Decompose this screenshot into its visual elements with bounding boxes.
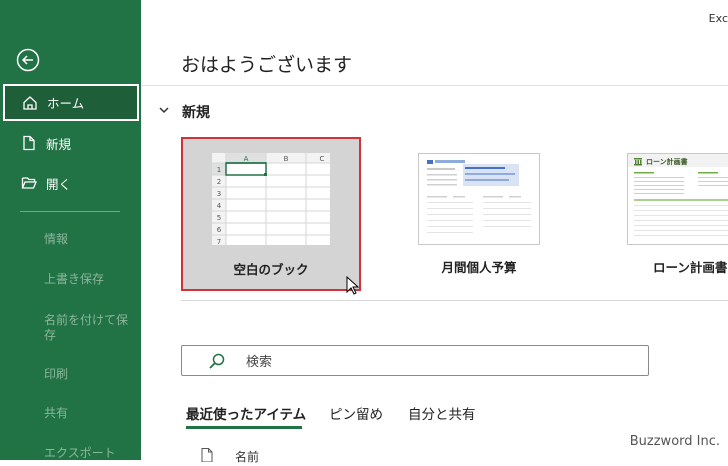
template-name: 月間個人予算 (441, 260, 517, 275)
loan-thumb-title: ローン計画書 (646, 157, 688, 166)
new-section-header[interactable]: 新規 (158, 102, 210, 122)
template-name: 空白のブック (233, 262, 309, 277)
loan-schedule-thumbnail: ローン計画書 (627, 153, 728, 245)
column-header-a: A (244, 155, 249, 163)
sidebar-item-print: 印刷 (44, 367, 69, 381)
back-button[interactable] (16, 48, 40, 72)
watermark: Buzzword Inc. (629, 434, 720, 449)
row-header-7: 7 (217, 238, 221, 245)
back-arrow-icon (16, 48, 40, 72)
search-icon (208, 352, 226, 370)
sidebar-item-label: ホーム (47, 96, 85, 111)
template-name: ローン計画書 (653, 260, 728, 275)
home-icon (21, 94, 39, 112)
main-panel: Exc おはようございます 新規 A B C 1 2 3 4 5 6 7 空白の… (141, 0, 728, 464)
row-header-4: 4 (217, 202, 222, 210)
sidebar-divider (20, 211, 120, 212)
row-header-6: 6 (217, 226, 222, 234)
sidebar-item-export: エクスポート (44, 446, 116, 460)
template-blank-workbook[interactable]: A B C 1 2 3 4 5 6 7 空白のブック (181, 137, 361, 291)
bank-icon (634, 158, 642, 166)
app-title: Exc (708, 12, 728, 25)
blank-workbook-thumbnail: A B C 1 2 3 4 5 6 7 (212, 153, 330, 245)
tab-pinned[interactable]: ピン留め (329, 403, 383, 423)
sidebar-item-share: 共有 (44, 406, 69, 420)
mouse-cursor-icon (346, 275, 360, 300)
sidebar-item-home[interactable]: ホーム (3, 84, 139, 121)
row-header-3: 3 (217, 190, 221, 198)
tab-shared-with-me[interactable]: 自分と共有 (408, 403, 476, 423)
column-header-c: C (320, 155, 325, 163)
section-divider (181, 300, 728, 301)
sidebar-item-save-as: 名前を付けて保存 (44, 313, 129, 342)
tab-recent[interactable]: 最近使ったアイテム (186, 403, 306, 423)
template-loan-schedule[interactable]: ローン計画書 ローン計画書 (627, 137, 728, 291)
header-divider (141, 85, 728, 86)
row-header-1: 1 (217, 166, 221, 174)
backstage-sidebar: ホーム 新規 開く 情報 上書き保存 名前を付けて保存 印刷 共有 エクスポート (0, 0, 141, 460)
sidebar-item-info: 情報 (44, 232, 69, 246)
sidebar-item-new[interactable]: 新規 (0, 125, 141, 161)
column-header-b: B (284, 155, 289, 163)
sidebar-item-label: 新規 (46, 136, 72, 152)
sidebar-item-open[interactable]: 開く (0, 165, 141, 201)
column-header-name[interactable]: 名前 (235, 448, 259, 465)
file-type-icon (201, 447, 213, 466)
search-input[interactable]: 検索 (246, 351, 272, 370)
search-box[interactable]: 検索 (181, 345, 649, 376)
sidebar-item-label: 開く (46, 176, 72, 192)
monthly-budget-thumbnail (418, 153, 540, 245)
row-header-2: 2 (217, 178, 221, 186)
tab-active-indicator (186, 426, 302, 429)
chevron-down-icon (158, 104, 170, 120)
new-section-title: 新規 (182, 105, 210, 121)
row-header-5: 5 (217, 214, 221, 222)
template-monthly-budget[interactable]: 月間個人予算 (418, 137, 540, 291)
new-document-icon (20, 134, 38, 152)
greeting-heading: おはようございます (181, 54, 353, 76)
sidebar-item-save: 上書き保存 (44, 272, 105, 286)
folder-open-icon (20, 174, 38, 192)
